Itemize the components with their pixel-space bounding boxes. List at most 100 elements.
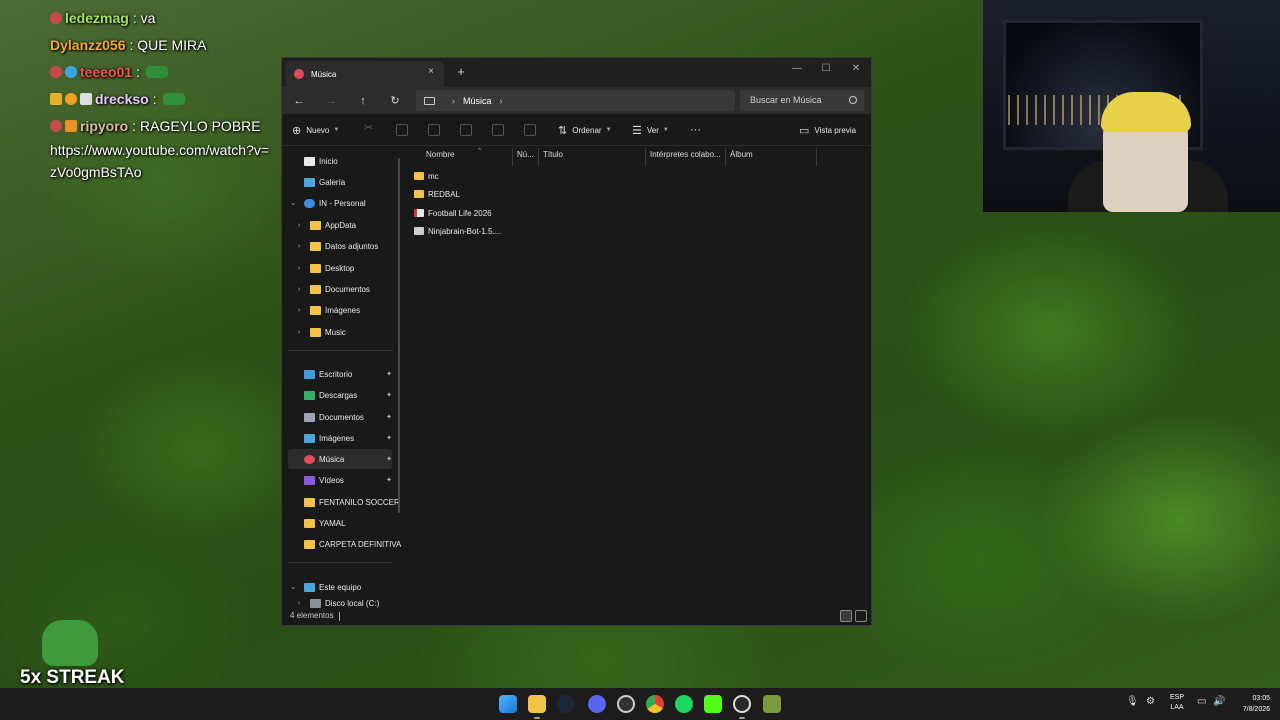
file-row[interactable]: Football Life 2026 (414, 204, 492, 222)
pin-icon[interactable]: ✦ (386, 455, 392, 463)
chevron-right-icon[interactable]: › (294, 286, 304, 293)
sidebar-item-desktop[interactable]: › Desktop (294, 258, 354, 278)
sidebar-item-appdata[interactable]: › AppData (294, 215, 356, 235)
chrome-icon[interactable] (646, 695, 664, 713)
sidebar-item-disco-local[interactable]: › Disco local (C:) (294, 597, 379, 609)
sidebar-item-musica[interactable]: Música ✦ (288, 449, 392, 469)
preview-pane-button[interactable]: ▭ Vista previa (799, 122, 856, 138)
mail-badge-icon (80, 92, 92, 105)
c-app-icon[interactable] (733, 695, 751, 713)
chevron-right-icon[interactable]: › (294, 307, 304, 314)
pin-icon[interactable]: ✦ (386, 370, 392, 378)
sidebar-item-imagenes[interactable]: › Imágenes (294, 300, 360, 320)
cut-icon[interactable]: ✂ (364, 121, 376, 134)
search-input[interactable]: Buscar en Música (740, 90, 864, 111)
column-header-interpretes[interactable]: Intérpretes colabo... (646, 148, 726, 166)
sidebar-item-fentanilo-soccer[interactable]: FENTANILO SOCCER (288, 492, 400, 512)
volume-icon[interactable]: 🔊 (1213, 696, 1225, 707)
chevron-right-icon[interactable]: › (500, 96, 503, 106)
breadcrumb[interactable]: Música (463, 96, 492, 106)
clock[interactable]: 03:05 7/8/2026 (1226, 693, 1270, 715)
microphone-icon[interactable]: 🎙 (1126, 696, 1139, 707)
obs-icon[interactable] (617, 695, 635, 713)
sidebar-item-documentos[interactable]: › Documentos (294, 279, 370, 299)
back-arrow-icon[interactable]: ← (289, 92, 309, 110)
rename-icon[interactable] (460, 124, 472, 136)
sidebar-item-datos-adjuntos[interactable]: › Datos adjuntos (294, 236, 378, 256)
new-tab-button[interactable]: + (454, 64, 468, 79)
column-header-titulo[interactable]: Título (539, 148, 646, 166)
spotify-icon[interactable] (675, 695, 693, 713)
sidebar-item-este-equipo[interactable]: ⌄ Este equipo (288, 577, 361, 597)
kick-icon[interactable] (704, 695, 722, 713)
language-indicator[interactable]: ESP LAA (1166, 693, 1188, 713)
column-header-album[interactable]: Álbum (726, 148, 817, 166)
file-row[interactable]: mc (414, 167, 439, 185)
sidebar-item-carpeta-definitiva[interactable]: CARPETA DEFINITIVA (288, 534, 401, 554)
divider (288, 350, 393, 351)
chat-username: teeeo01 (80, 63, 133, 80)
up-arrow-icon[interactable]: ↑ (353, 92, 373, 110)
folder-icon (304, 518, 315, 528)
discord-icon[interactable] (588, 695, 606, 713)
minimize-icon[interactable]: — (784, 60, 810, 78)
minecraft-icon[interactable] (763, 695, 781, 713)
sidebar-item-yamal[interactable]: YAMAL (288, 513, 346, 533)
pin-icon[interactable]: ✦ (386, 391, 392, 399)
chevron-down-icon[interactable]: ⌄ (288, 583, 298, 591)
file-name: mc (428, 171, 439, 181)
chevron-right-icon[interactable]: › (294, 329, 304, 336)
close-window-icon[interactable]: ✕ (843, 60, 869, 78)
share-icon[interactable] (492, 124, 504, 136)
chevron-right-icon[interactable]: › (294, 222, 304, 229)
sidebar-item-onedrive[interactable]: ⌄ IN - Personal (288, 193, 366, 213)
column-header-numero[interactable]: Nú... (513, 148, 539, 166)
sidebar-item-label: Documentos (325, 284, 370, 294)
pin-icon[interactable]: ✦ (386, 413, 392, 421)
pin-icon[interactable]: ✦ (386, 434, 392, 442)
tab-musica[interactable]: Música × (286, 61, 444, 87)
pin-icon[interactable]: ✦ (386, 476, 392, 484)
new-button[interactable]: ⊕ Nuevo ▼ (292, 122, 339, 138)
file-row[interactable]: REDBAL (414, 185, 460, 203)
sidebar-item-label: Escritorio (319, 369, 353, 379)
details-view-icon[interactable] (840, 610, 852, 622)
display-icon[interactable]: ▭ (1197, 696, 1206, 707)
sidebar-item-documentos-quick[interactable]: Documentos ✦ (288, 407, 392, 427)
file-row[interactable]: Ninjabrain-Bot-1.5.... (414, 222, 501, 240)
sidebar-scrollbar[interactable] (398, 158, 400, 513)
address-bar[interactable]: › Música › (416, 90, 735, 111)
computer-icon (304, 582, 315, 592)
sidebar-item-inicio[interactable]: Inicio (288, 151, 338, 171)
view-button[interactable]: ☰ Ver ▼ (632, 122, 669, 138)
chevron-down-icon[interactable]: ⌄ (288, 199, 298, 207)
file-name: REDBAL (428, 189, 461, 199)
file-name: Football Life 2026 (428, 208, 492, 218)
delete-icon[interactable] (524, 124, 536, 136)
paste-icon[interactable] (428, 124, 440, 136)
sidebar-item-imagenes-quick[interactable]: Imágenes ✦ (288, 428, 392, 448)
close-tab-icon[interactable]: × (424, 65, 438, 79)
copy-icon[interactable] (396, 124, 408, 136)
network-icon[interactable]: ⚙ (1146, 696, 1155, 707)
more-options-button[interactable]: ··· (690, 122, 701, 138)
sidebar-item-galeria[interactable]: Galería (288, 172, 345, 192)
sort-button[interactable]: ⇅ Ordenar ▼ (558, 122, 612, 138)
sidebar-item-escritorio[interactable]: Escritorio ✦ (288, 364, 392, 384)
chevron-right-icon[interactable]: › (294, 600, 304, 607)
sidebar-item-music[interactable]: › Music (294, 322, 346, 342)
chat-message: ledezmag : va (50, 4, 280, 31)
chevron-right-icon[interactable]: › (294, 243, 304, 250)
maximize-icon[interactable]: ☐ (813, 60, 839, 78)
column-header-nombre[interactable]: ^ Nombre (422, 148, 513, 166)
steam-icon[interactable] (557, 695, 575, 713)
start-icon[interactable] (499, 695, 517, 713)
sidebar-item-videos[interactable]: Vídeos ✦ (288, 470, 392, 490)
refresh-icon[interactable]: ↻ (385, 92, 405, 110)
chevron-right-icon[interactable]: › (452, 96, 455, 106)
file-explorer-icon[interactable] (528, 695, 546, 713)
chevron-right-icon[interactable]: › (294, 265, 304, 272)
forward-arrow-icon[interactable]: → (321, 92, 341, 110)
tiles-view-icon[interactable] (855, 610, 867, 622)
sidebar-item-descargas[interactable]: Descargas ✦ (288, 385, 392, 405)
